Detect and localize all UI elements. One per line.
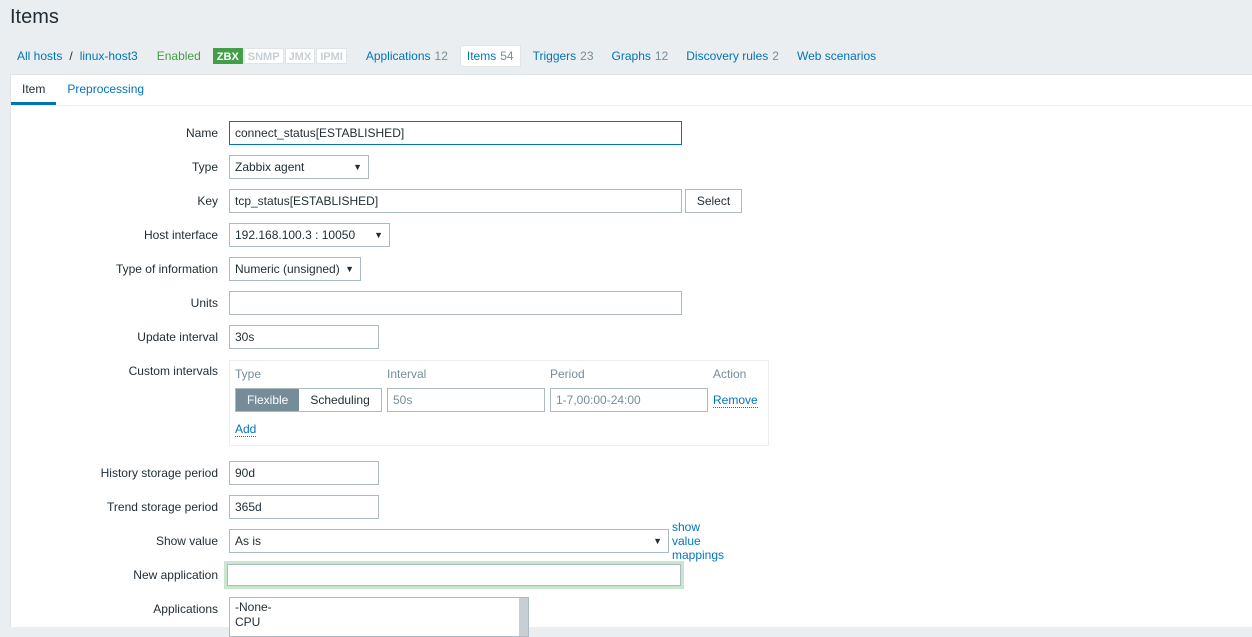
ci-header-action: Action — [713, 367, 747, 381]
type-of-info-select[interactable]: Numeric (unsigned) ▼ — [229, 257, 361, 281]
scheduling-button[interactable]: Scheduling — [299, 389, 381, 411]
trend-label: Trend storage period — [107, 500, 218, 514]
show-value-row: Show value As is ▼ show value mappings — [11, 520, 724, 562]
update-interval-input[interactable]: 30s — [229, 325, 379, 349]
type-of-info-label: Type of information — [115, 262, 218, 276]
new-application-input[interactable] — [224, 561, 684, 589]
key-select-button[interactable]: Select — [685, 189, 742, 213]
type-of-info-value: Numeric (unsigned) — [235, 262, 340, 276]
ci-remove-link[interactable]: Remove — [713, 393, 758, 408]
ci-header-interval: Interval — [387, 367, 427, 381]
applications-link[interactable]: Applications 12 — [366, 49, 448, 63]
dropdown-arrow-icon: ▼ — [353, 162, 362, 172]
custom-intervals-table: Type Interval Period Action Flexible Sch… — [229, 360, 769, 446]
ci-interval-input[interactable]: 50s — [387, 388, 545, 412]
form-tabs: Item Preprocessing — [11, 75, 1252, 106]
dropdown-arrow-icon: ▼ — [374, 230, 383, 240]
type-value: Zabbix agent — [235, 160, 305, 174]
history-input[interactable]: 90d — [229, 461, 379, 485]
tab-preprocessing[interactable]: Preprocessing — [56, 75, 155, 105]
type-of-info-row: Type of information Numeric (unsigned) ▼ — [11, 257, 361, 281]
trend-input[interactable]: 365d — [229, 495, 379, 519]
host-link[interactable]: linux-host3 — [80, 49, 138, 63]
key-input[interactable]: tcp_status[ESTABLISHED] — [229, 189, 682, 213]
ci-type-toggle: Flexible Scheduling — [235, 388, 382, 412]
name-label: Name — [185, 126, 218, 140]
snmp-badge: SNMP — [243, 48, 284, 64]
ci-add-link[interactable]: Add — [235, 422, 257, 437]
host-interface-select[interactable]: 192.168.100.3 : 10050 ▼ — [229, 223, 390, 247]
history-label: History storage period — [100, 466, 218, 480]
ci-period-input[interactable]: 1-7,00:00-24:00 — [550, 388, 708, 412]
breadcrumb-separator: / — [69, 49, 73, 63]
ci-header-type: Type — [235, 367, 262, 381]
units-label: Units — [190, 296, 218, 310]
flexible-button[interactable]: Flexible — [236, 389, 300, 411]
applications-label: Applications — [153, 602, 218, 616]
application-option[interactable]: CPU — [230, 613, 528, 628]
key-label: Key — [197, 194, 218, 208]
jmx-badge: JMX — [284, 48, 316, 64]
dropdown-arrow-icon: ▼ — [653, 536, 662, 546]
listbox-scrollbar[interactable] — [519, 598, 528, 636]
item-form-panel: Item Preprocessing Name connect_status[E… — [10, 74, 1252, 637]
type-select[interactable]: Zabbix agent ▼ — [229, 155, 369, 179]
applications-listbox[interactable]: -None- CPU — [229, 597, 529, 637]
discovery-rules-link[interactable]: Discovery rules 2 — [686, 49, 779, 63]
type-row: Type Zabbix agent ▼ — [11, 155, 369, 179]
ipmi-badge: IPMI — [316, 48, 347, 64]
update-interval-label: Update interval — [137, 330, 218, 344]
tab-item[interactable]: Item — [11, 75, 57, 105]
type-label: Type — [191, 160, 218, 174]
application-option[interactable]: -None- — [230, 598, 528, 613]
show-value-value: As is — [235, 534, 262, 548]
triggers-link[interactable]: Triggers 23 — [533, 49, 594, 63]
graphs-link[interactable]: Graphs 12 — [612, 49, 669, 63]
show-value-select[interactable]: As is ▼ — [229, 529, 669, 553]
new-application-label: New application — [133, 568, 218, 582]
dropdown-arrow-icon: ▼ — [345, 264, 354, 274]
host-interface-label: Host interface — [143, 228, 218, 242]
availability-badges: ZBX SNMP JMX IPMI — [212, 48, 348, 64]
host-navigation: All hosts / linux-host3 Enabled ZBX SNMP… — [10, 38, 1252, 74]
show-value-label: Show value — [155, 534, 218, 548]
host-interface-row: Host interface 192.168.100.3 : 10050 ▼ — [11, 223, 390, 247]
show-value-mappings-link[interactable]: show value mappings — [672, 520, 724, 562]
name-input[interactable]: connect_status[ESTABLISHED] — [229, 121, 682, 145]
page-title: Items — [10, 6, 59, 28]
host-interface-value: 192.168.100.3 : 10050 — [235, 228, 356, 242]
host-status[interactable]: Enabled — [157, 49, 201, 63]
units-input[interactable] — [229, 291, 682, 315]
zbx-badge: ZBX — [212, 48, 243, 64]
items-link[interactable]: Items 54 — [459, 45, 521, 67]
custom-intervals-label: Custom intervals — [128, 364, 218, 378]
all-hosts-link[interactable]: All hosts — [17, 49, 62, 63]
ci-header-period: Period — [550, 367, 585, 381]
web-scenarios-link[interactable]: Web scenarios — [797, 49, 876, 63]
